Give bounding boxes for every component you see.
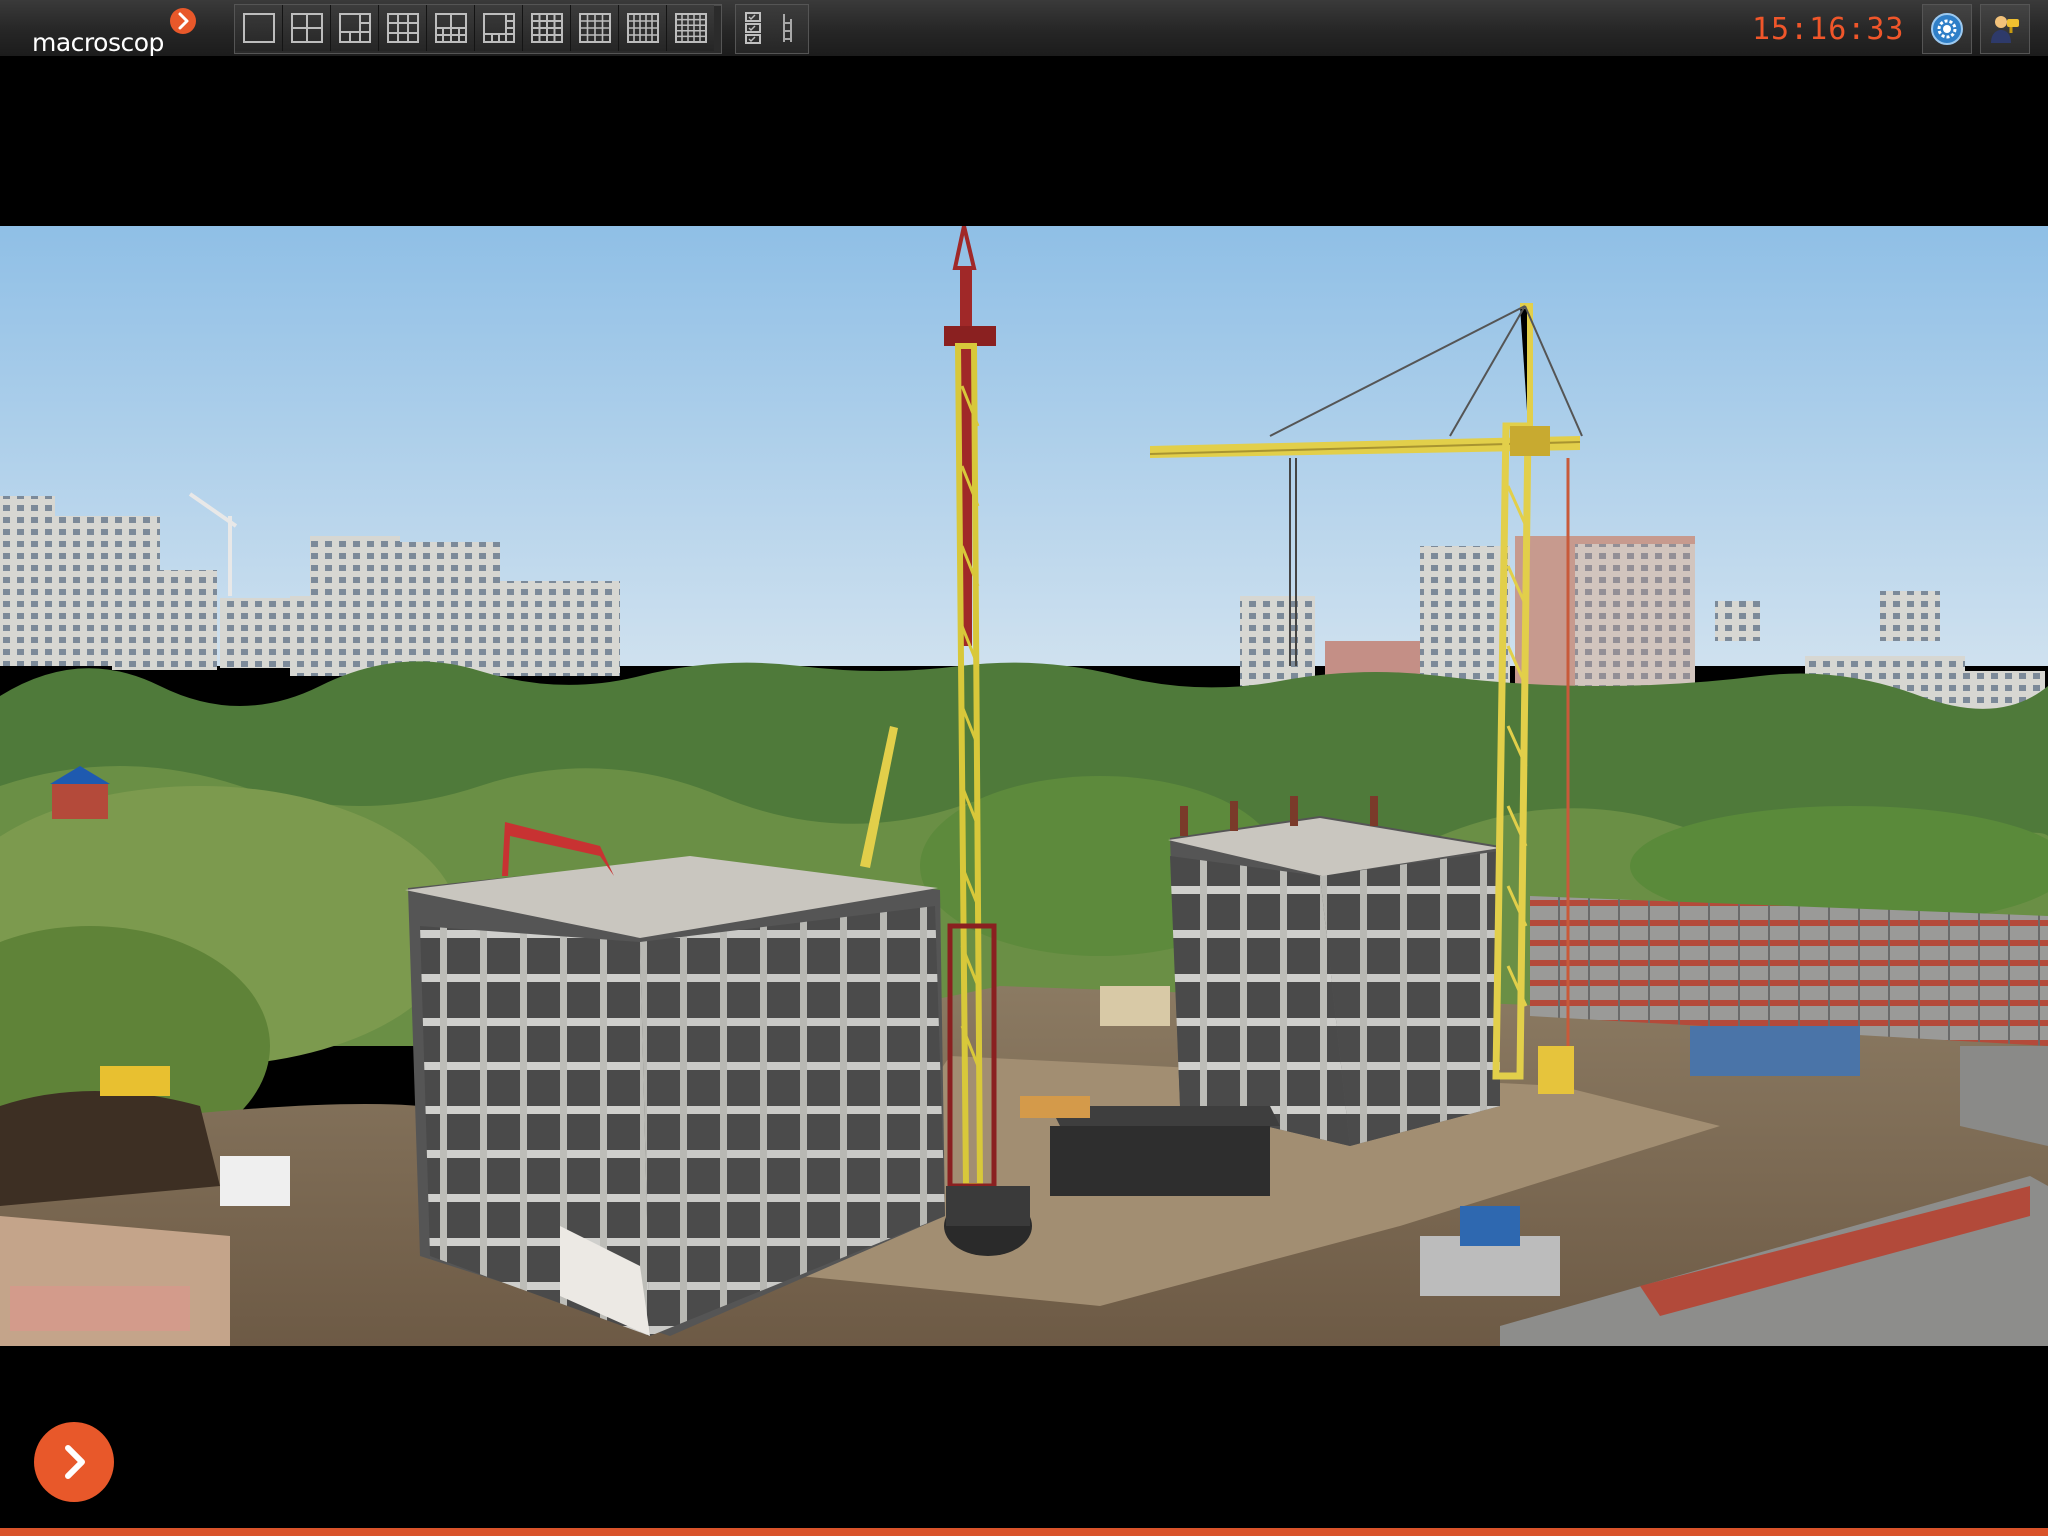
layout-2plus8-icon [434, 13, 467, 43]
user-button[interactable] [1980, 4, 2030, 54]
logo-arrow-icon [170, 8, 196, 34]
view-mode-group [735, 4, 809, 54]
layout-1plus5-button[interactable] [331, 5, 379, 51]
layout-5x4-button[interactable] [619, 5, 667, 51]
bottom-accent-bar [0, 1528, 2048, 1536]
layout-5x4-icon [626, 13, 659, 43]
logo-text: macroscop [32, 28, 164, 57]
construction-site-image [0, 226, 2048, 1346]
camera-list-icon [745, 12, 761, 44]
top-toolbar: macroscop 15:16:33 [0, 0, 2048, 58]
settings-button[interactable] [1922, 4, 1972, 54]
layout-2x2-button[interactable] [283, 5, 331, 51]
layout-5x5-icon [674, 13, 707, 43]
tree-view-icon [783, 14, 792, 42]
user-icon [1991, 16, 2019, 43]
building-right [1168, 796, 1500, 1146]
layout-1plus7-button[interactable] [475, 5, 523, 51]
layout-5x5-button[interactable] [667, 5, 714, 51]
layout-4x4b-button[interactable] [571, 5, 619, 51]
layout-1x1-icon [242, 13, 275, 43]
camera-list-button[interactable] [736, 5, 772, 51]
layout-4x4-icon [530, 13, 563, 43]
layout-selector [234, 4, 722, 54]
layout-3x3-icon [386, 13, 419, 43]
layout-2x2-icon [290, 13, 323, 43]
layout-4x4b-icon [578, 13, 611, 43]
layout-1x1-button[interactable] [235, 5, 283, 51]
tree-view-button[interactable] [772, 5, 808, 51]
app-logo: macroscop [32, 8, 202, 57]
layout-1plus7-icon [482, 13, 515, 43]
layout-1plus5-icon [338, 13, 371, 43]
layout-4x4-button[interactable] [523, 5, 571, 51]
next-panel-button[interactable] [34, 1422, 114, 1502]
layout-3x3-button[interactable] [379, 5, 427, 51]
layout-2plus8-button[interactable] [427, 5, 475, 51]
clock: 15:16:33 [1752, 12, 1905, 47]
camera-video-feed[interactable] [0, 226, 2048, 1346]
chevron-right-icon [65, 1445, 85, 1479]
settings-icon [1931, 13, 1963, 45]
